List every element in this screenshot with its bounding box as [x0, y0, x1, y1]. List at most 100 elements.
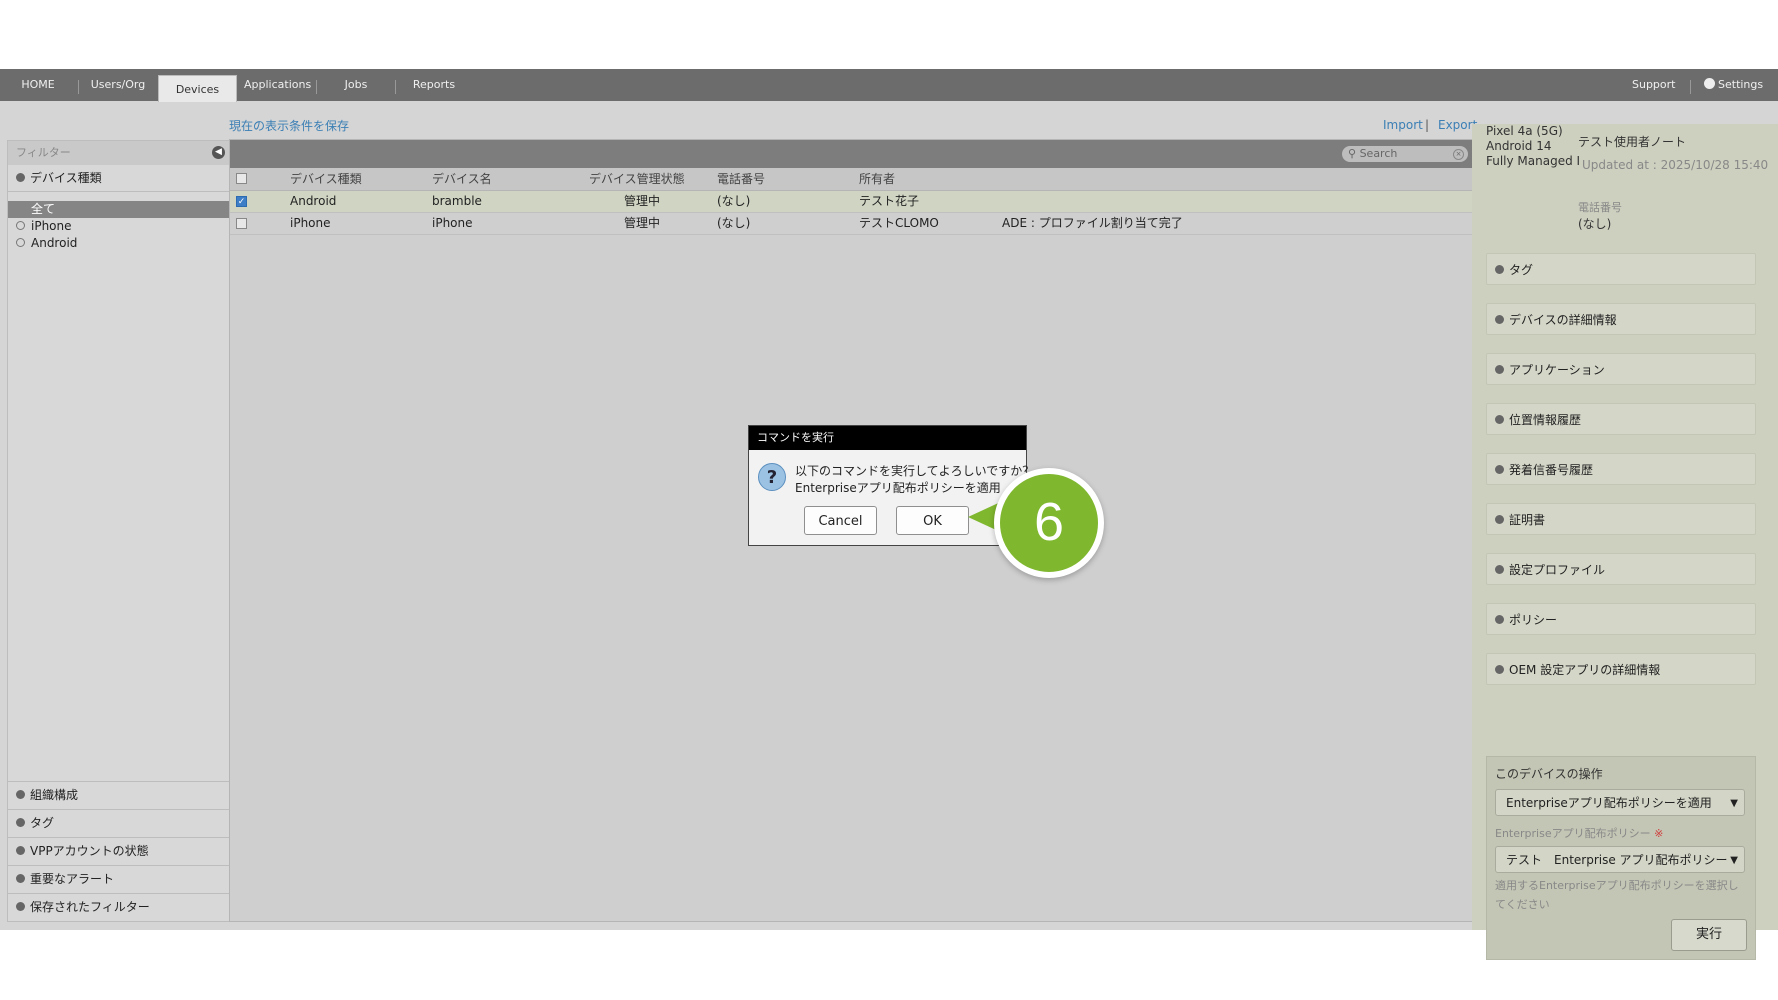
- expand-icon: [16, 874, 25, 883]
- device-type-section[interactable]: デバイス種類: [8, 165, 229, 192]
- device-type-label: デバイス種類: [30, 171, 102, 185]
- expand-icon: [1495, 315, 1504, 324]
- sidebar-bottom-sections: 組織構成 タグ VPPアカウントの状態 重要なアラート 保存されたフィルター: [8, 781, 229, 921]
- section-label: 設定プロファイル: [1509, 563, 1606, 577]
- select-all-checkbox[interactable]: [236, 173, 247, 184]
- tab-reports[interactable]: Reports: [408, 69, 460, 101]
- section-call-history[interactable]: 発着信番号履歴: [1486, 453, 1756, 485]
- settings-label: Settings: [1718, 78, 1764, 91]
- section-certificates[interactable]: 証明書: [1486, 503, 1756, 535]
- step-callout: 6: [994, 468, 1104, 578]
- search-placeholder: Search: [1359, 147, 1398, 160]
- import-link[interactable]: Import: [1383, 118, 1423, 132]
- device-mode: Fully Managed I: [1486, 154, 1581, 168]
- section-vpp-status[interactable]: VPPアカウントの状態: [8, 837, 229, 865]
- column-header[interactable]: デバイス種類: [290, 168, 362, 190]
- column-header[interactable]: 所有者: [859, 168, 895, 190]
- filter-item-all[interactable]: 全て: [8, 201, 229, 218]
- column-header[interactable]: デバイス管理状態: [589, 168, 685, 190]
- row-checkbox[interactable]: ✓: [236, 196, 247, 207]
- expand-icon: [1495, 465, 1504, 474]
- execute-button[interactable]: 実行: [1671, 919, 1747, 951]
- table-header: デバイス種類 デバイス名 デバイス管理状態 電話番号 所有者: [230, 168, 1472, 191]
- section-label: 組織構成: [30, 788, 79, 802]
- chevron-down-icon: ▼: [1730, 798, 1738, 809]
- filter-item-android[interactable]: Android: [8, 235, 229, 252]
- owner-note: テスト使用者ノート: [1578, 135, 1687, 149]
- expand-icon: [16, 902, 25, 911]
- device-operations: このデバイスの操作 Enterpriseアプリ配布ポリシーを適用 ▼ Enterp…: [1486, 756, 1756, 960]
- section-label: 発着信番号履歴: [1509, 463, 1594, 477]
- column-header[interactable]: 電話番号: [717, 168, 765, 190]
- policy-label-text: Enterpriseアプリ配布ポリシー: [1495, 827, 1651, 840]
- question-icon: ?: [758, 463, 786, 491]
- filter-item-label: Android: [31, 236, 78, 250]
- expand-icon: [1495, 415, 1504, 424]
- nav-separator: [78, 80, 79, 94]
- cell-name: iPhone: [432, 216, 473, 230]
- cell-owner: テストCLOMO: [859, 216, 939, 230]
- section-label: タグ: [1509, 263, 1534, 277]
- cell-type: Android: [290, 194, 337, 208]
- section-config-profiles[interactable]: 設定プロファイル: [1486, 553, 1756, 585]
- nav-separator: [316, 80, 317, 94]
- table-toolbar: ⚲ Search ×: [230, 140, 1472, 168]
- section-oem-config[interactable]: OEM 設定アプリの詳細情報: [1486, 653, 1756, 685]
- section-critical-alerts[interactable]: 重要なアラート: [8, 865, 229, 893]
- tab-devices[interactable]: Devices: [158, 75, 237, 102]
- expand-icon: [1495, 515, 1504, 524]
- device-os: Android 14: [1486, 139, 1552, 153]
- device-detail-panel: Pixel 4a (5G) Android 14 Fully Managed I…: [1472, 124, 1778, 960]
- row-checkbox[interactable]: [236, 218, 247, 229]
- tab-jobs[interactable]: Jobs: [334, 69, 378, 101]
- filter-header-label: フィルター: [16, 146, 71, 159]
- expand-icon: [1495, 365, 1504, 374]
- cancel-button[interactable]: Cancel: [804, 506, 877, 535]
- cell-owner: テスト花子: [859, 194, 920, 208]
- section-device-details[interactable]: デバイスの詳細情報: [1486, 303, 1756, 335]
- section-tags[interactable]: タグ: [8, 809, 229, 837]
- section-label: タグ: [30, 816, 55, 830]
- filter-header: フィルター ◀: [8, 141, 229, 165]
- tab-applications[interactable]: Applications: [244, 69, 311, 101]
- section-label: 位置情報履歴: [1509, 413, 1582, 427]
- table-row[interactable]: iPhone iPhone 管理中 (なし) テストCLOMO ADE : プロ…: [230, 213, 1472, 235]
- section-applications[interactable]: アプリケーション: [1486, 353, 1756, 385]
- section-label: VPPアカウントの状態: [30, 844, 149, 858]
- tab-home[interactable]: HOME: [14, 69, 62, 101]
- section-saved-filters[interactable]: 保存されたフィルター: [8, 893, 229, 921]
- clear-icon[interactable]: ×: [1453, 149, 1464, 160]
- radio-icon: [16, 238, 25, 247]
- support-link[interactable]: Support: [1632, 69, 1675, 101]
- collapse-icon[interactable]: ◀: [212, 146, 225, 159]
- settings-link[interactable]: Settings: [1704, 69, 1763, 101]
- search-icon: ⚲: [1348, 147, 1357, 160]
- save-view-link[interactable]: 現在の表示条件を保存: [229, 117, 349, 134]
- expand-icon: [1495, 565, 1504, 574]
- policy-hint: 適用するEnterpriseアプリ配布ポリシーを選択し: [1495, 879, 1739, 892]
- policy-hint: てください: [1495, 898, 1550, 911]
- ok-button[interactable]: OK: [896, 506, 969, 535]
- expand-icon: [16, 818, 25, 827]
- tab-users-org[interactable]: Users/Org: [86, 69, 150, 101]
- policy-select[interactable]: テスト Enterprise アプリ配布ポリシー ▼: [1495, 846, 1745, 873]
- command-select[interactable]: Enterpriseアプリ配布ポリシーを適用 ▼: [1495, 789, 1745, 816]
- top-nav: HOME Users/Org Devices Applications Jobs…: [0, 69, 1778, 102]
- filter-item-iphone[interactable]: iPhone: [8, 218, 229, 235]
- table-row[interactable]: ✓ Android bramble 管理中 (なし) テスト花子: [230, 191, 1472, 213]
- search-input[interactable]: ⚲ Search ×: [1342, 146, 1468, 162]
- section-policies[interactable]: ポリシー: [1486, 603, 1756, 635]
- device-model: Pixel 4a (5G): [1486, 124, 1563, 138]
- section-tags[interactable]: タグ: [1486, 253, 1756, 285]
- expand-icon: [1495, 665, 1504, 674]
- section-org-structure[interactable]: 組織構成: [8, 781, 229, 809]
- section-location-history[interactable]: 位置情報履歴: [1486, 403, 1756, 435]
- section-label: 重要なアラート: [30, 872, 115, 886]
- column-header[interactable]: デバイス名: [432, 168, 492, 190]
- policy-label: Enterpriseアプリ配布ポリシー ※: [1495, 825, 1663, 841]
- cell-phone: (なし): [717, 216, 751, 230]
- section-label: OEM 設定アプリの詳細情報: [1509, 663, 1661, 677]
- dialog-title: コマンドを実行: [749, 426, 1026, 450]
- cell-status: 管理中: [624, 194, 661, 208]
- section-label: アプリケーション: [1509, 363, 1605, 377]
